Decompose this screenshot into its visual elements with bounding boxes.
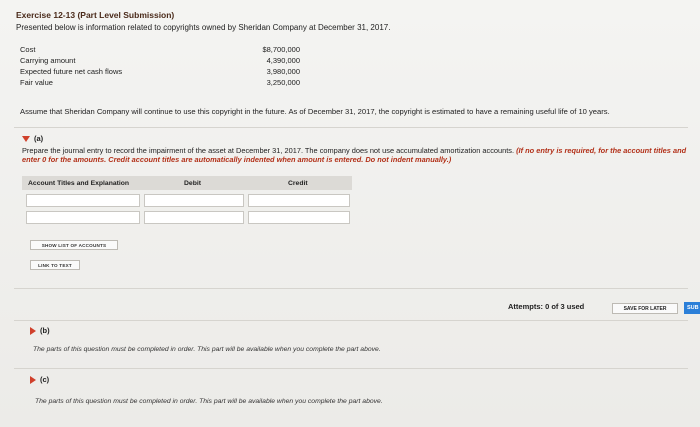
link-to-text-button[interactable]: LINK TO TEXT bbox=[30, 260, 80, 270]
exercise-title: Exercise 12-13 (Part Level Submission) bbox=[16, 10, 175, 20]
financial-info-table: Cost $8,700,000 Carrying amount 4,390,00… bbox=[20, 44, 300, 88]
journal-entry-header: Account Titles and Explanation Debit Cre… bbox=[22, 176, 352, 190]
expand-triangle-icon[interactable] bbox=[30, 375, 36, 384]
part-c-header[interactable]: (c) bbox=[30, 375, 49, 384]
fin-value: 3,250,000 bbox=[266, 78, 300, 87]
section-divider bbox=[14, 320, 688, 321]
debit-input-2[interactable] bbox=[144, 211, 244, 224]
intro-text: Presented below is information related t… bbox=[16, 23, 391, 32]
account-title-input-2[interactable] bbox=[26, 211, 140, 224]
fin-value: 4,390,000 bbox=[266, 56, 300, 65]
col-account: Account Titles and Explanation bbox=[28, 179, 130, 187]
fin-label: Expected future net cash flows bbox=[20, 67, 123, 76]
fin-label: Cost bbox=[20, 45, 36, 54]
collapse-triangle-icon[interactable] bbox=[22, 135, 30, 142]
credit-input-2[interactable] bbox=[248, 211, 350, 224]
section-divider bbox=[14, 368, 688, 369]
fin-label: Carrying amount bbox=[20, 56, 76, 65]
col-credit: Credit bbox=[288, 179, 308, 187]
section-divider bbox=[14, 127, 688, 128]
part-a-label: (a) bbox=[34, 134, 44, 143]
fin-value: 3,980,000 bbox=[266, 67, 300, 76]
part-b-header[interactable]: (b) bbox=[30, 326, 50, 335]
expand-triangle-icon[interactable] bbox=[30, 326, 36, 335]
fin-row: Cost $8,700,000 bbox=[20, 44, 300, 55]
part-c-label: (c) bbox=[40, 375, 50, 384]
fin-row: Expected future net cash flows 3,980,000 bbox=[20, 66, 300, 77]
instruction-text: Prepare the journal entry to record the … bbox=[22, 146, 515, 155]
section-divider bbox=[14, 288, 688, 289]
part-c-note: The parts of this question must be compl… bbox=[35, 398, 383, 405]
part-a-instructions: Prepare the journal entry to record the … bbox=[22, 146, 697, 164]
assumption-text: Assume that Sheridan Company will contin… bbox=[20, 107, 610, 116]
fin-row: Fair value 3,250,000 bbox=[20, 77, 300, 88]
fin-value: $8,700,000 bbox=[262, 45, 300, 54]
credit-input-1[interactable] bbox=[248, 194, 350, 207]
fin-label: Fair value bbox=[20, 78, 53, 87]
part-b-label: (b) bbox=[40, 326, 50, 335]
part-a-header[interactable]: (a) bbox=[22, 134, 43, 143]
account-title-input-1[interactable] bbox=[26, 194, 140, 207]
save-for-later-button[interactable]: SAVE FOR LATER bbox=[612, 303, 678, 314]
fin-row: Carrying amount 4,390,000 bbox=[20, 55, 300, 66]
debit-input-1[interactable] bbox=[144, 194, 244, 207]
col-debit: Debit bbox=[184, 179, 201, 187]
show-accounts-button[interactable]: SHOW LIST OF ACCOUNTS bbox=[30, 240, 118, 250]
submit-button[interactable]: SUB bbox=[684, 302, 700, 314]
attempts-counter: Attempts: 0 of 3 used bbox=[508, 302, 585, 311]
part-b-note: The parts of this question must be compl… bbox=[33, 346, 381, 353]
